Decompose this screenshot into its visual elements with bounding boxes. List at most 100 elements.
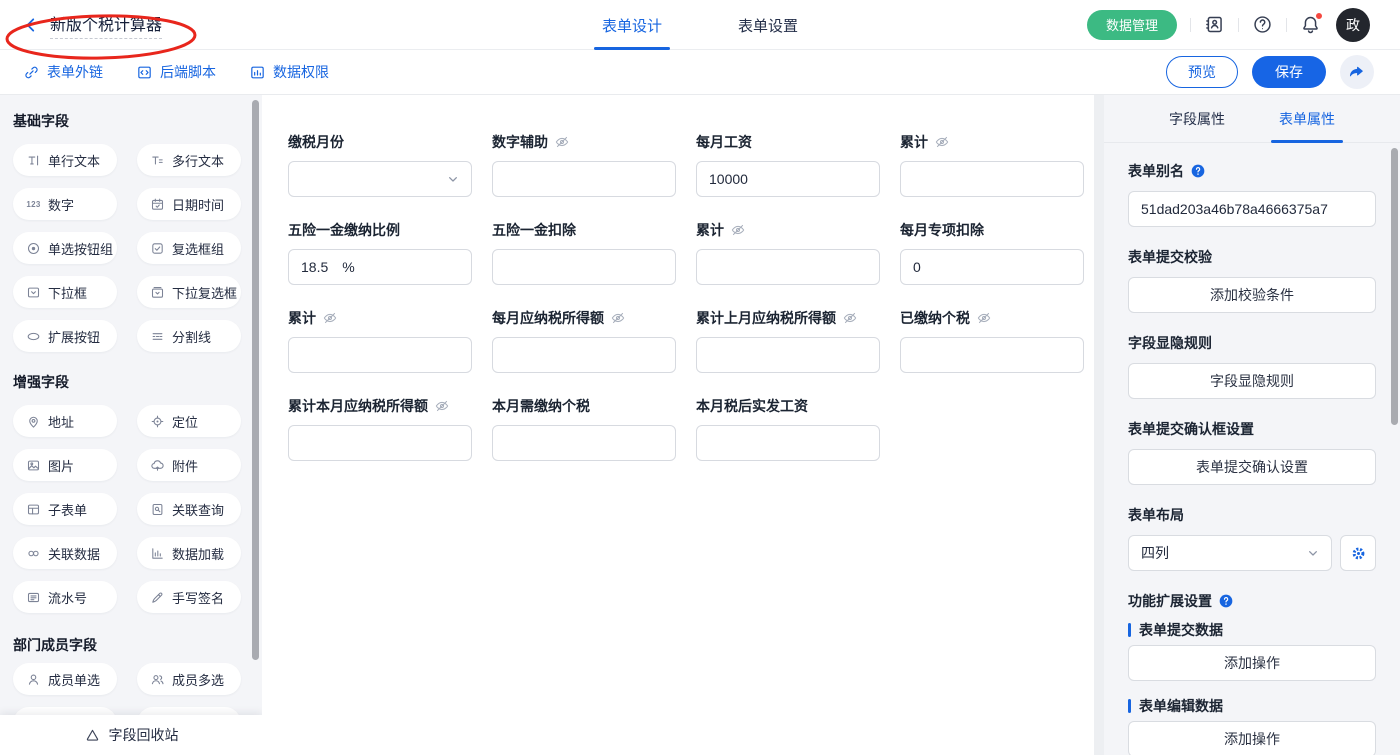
field-input[interactable] xyxy=(696,249,880,285)
canvas-field[interactable]: 五险一金扣除 xyxy=(492,220,676,285)
canvas-field[interactable]: 缴税月份 xyxy=(288,132,472,197)
props-action-button[interactable]: 添加校验条件 xyxy=(1128,277,1376,313)
field-label-text: 累计 xyxy=(696,220,724,240)
sidebar-field-pill[interactable]: 下拉框 xyxy=(13,276,117,308)
layout-gear-button[interactable] xyxy=(1340,535,1376,571)
field-label: 累计 xyxy=(288,308,472,328)
sidebar-field-pill[interactable]: 附件 xyxy=(137,449,241,481)
canvas-field[interactable]: 已缴纳个税 xyxy=(900,308,1084,373)
props-section: 表单提交校验添加校验条件 xyxy=(1128,247,1376,313)
props-action-button[interactable]: 表单提交确认设置 xyxy=(1128,449,1376,485)
sidebar-field-pill[interactable]: 123数字 xyxy=(13,188,117,220)
sidebar-field-pill[interactable]: 定位 xyxy=(137,405,241,437)
toolbar-link-label: 数据权限 xyxy=(273,62,329,82)
permission-icon xyxy=(249,64,266,81)
form-title[interactable]: 新版个税计算器 xyxy=(50,11,162,39)
preview-button[interactable]: 预览 xyxy=(1166,56,1238,88)
bell-icon[interactable] xyxy=(1300,14,1321,35)
sidebar-field-pill[interactable]: 图片 xyxy=(13,449,117,481)
canvas-field[interactable]: 每月工资10000 xyxy=(696,132,880,197)
sidebar-field-pill[interactable]: 成员多选 xyxy=(137,663,241,695)
back-button[interactable] xyxy=(22,16,40,34)
form-layout-select[interactable]: 四列 xyxy=(1128,535,1332,571)
address-pin-icon xyxy=(26,414,41,429)
topbar: 新版个税计算器 表单设计 表单设置 数据管理 政 xyxy=(0,0,1400,50)
sidebar-field-pill[interactable]: 下拉复选框 xyxy=(137,276,241,308)
sidebar-field-pill[interactable]: 单行文本 xyxy=(13,144,117,176)
sidebar-field-pill[interactable]: 子表单 xyxy=(13,493,117,525)
sidebar-field-pill[interactable]: 复选框组 xyxy=(137,232,241,264)
canvas-field[interactable]: 每月专项扣除0 xyxy=(900,220,1084,285)
field-recycle-bin[interactable]: 字段回收站 xyxy=(0,715,262,755)
sidebar-field-pill[interactable]: 单选按钮组 xyxy=(13,232,117,264)
gear-icon xyxy=(1350,545,1367,562)
field-input[interactable] xyxy=(900,161,1084,197)
props-tabs: 字段属性表单属性 xyxy=(1104,95,1400,143)
save-button[interactable]: 保存 xyxy=(1252,56,1326,88)
field-input[interactable] xyxy=(900,337,1084,373)
props-section: 表单提交确认框设置表单提交确认设置 xyxy=(1128,419,1376,485)
help-icon[interactable] xyxy=(1252,14,1273,35)
props-scrollbar[interactable] xyxy=(1391,148,1398,425)
field-input[interactable] xyxy=(492,161,676,197)
props-tab[interactable]: 字段属性 xyxy=(1165,95,1229,143)
field-label: 累计 xyxy=(900,132,1084,152)
canvas-field[interactable]: 累计 xyxy=(696,220,880,285)
toolbar-link[interactable]: 数据权限 xyxy=(249,62,329,82)
sidebar-field-pill[interactable]: 日期时间 xyxy=(137,188,241,220)
sidebar-field-pill[interactable]: 手写签名 xyxy=(137,581,241,613)
props-section-heading: 表单提交校验 xyxy=(1128,247,1376,267)
sidebar-field-pill[interactable]: 地址 xyxy=(13,405,117,437)
canvas-field[interactable]: 本月需缴纳个税 xyxy=(492,396,676,461)
field-input[interactable] xyxy=(492,249,676,285)
canvas-field[interactable]: 每月应纳税所得额 xyxy=(492,308,676,373)
field-label-text: 每月应纳税所得额 xyxy=(492,308,604,328)
field-input[interactable]: 0 xyxy=(900,249,1084,285)
props-action-button[interactable]: 添加操作 xyxy=(1128,721,1376,755)
props-action-button[interactable]: 字段显隐规则 xyxy=(1128,363,1376,399)
canvas-field[interactable]: 累计 xyxy=(900,132,1084,197)
chevron-down-icon xyxy=(1305,545,1321,561)
field-input[interactable] xyxy=(492,425,676,461)
sidebar-scrollbar[interactable] xyxy=(252,100,259,660)
sidebar-field-pill[interactable]: 数据加载 xyxy=(137,537,241,569)
question-badge-icon[interactable] xyxy=(1190,163,1206,179)
sidebar-field-pill[interactable]: 关联查询 xyxy=(137,493,241,525)
sidebar-field-pill[interactable]: 多行文本 xyxy=(137,144,241,176)
canvas-field[interactable]: 本月税后实发工资 xyxy=(696,396,880,461)
data-manage-button[interactable]: 数据管理 xyxy=(1087,10,1177,40)
sidebar-field-pill[interactable]: 关联数据 xyxy=(13,537,117,569)
canvas-field[interactable]: 数字辅助 xyxy=(492,132,676,197)
props-tab[interactable]: 表单属性 xyxy=(1275,95,1339,143)
field-input[interactable]: 18.5% xyxy=(288,249,472,285)
canvas-field[interactable]: 五险一金缴纳比例18.5% xyxy=(288,220,472,285)
sidebar-field-pill[interactable]: 流水号 xyxy=(13,581,117,613)
canvas-field[interactable]: 累计上月应纳税所得额 xyxy=(696,308,880,373)
topbar-tab[interactable]: 表单设置 xyxy=(736,0,800,50)
question-badge-icon[interactable] xyxy=(1218,593,1234,609)
toolbar-link[interactable]: 表单外链 xyxy=(23,62,103,82)
avatar[interactable]: 政 xyxy=(1336,8,1370,42)
form-alias-input[interactable]: 51dad203a46b78a4666375a7 xyxy=(1128,191,1376,227)
field-input[interactable] xyxy=(288,337,472,373)
sidebar-field-pill[interactable]: 成员单选 xyxy=(13,663,117,695)
sidebar-section-title: 增强字段 xyxy=(13,372,262,392)
field-input[interactable] xyxy=(492,337,676,373)
canvas-field[interactable]: 累计本月应纳税所得额 xyxy=(288,396,472,461)
topbar-right: 数据管理 政 xyxy=(1087,8,1400,42)
canvas-field[interactable]: 累计 xyxy=(288,308,472,373)
field-input[interactable] xyxy=(288,425,472,461)
addressbook-icon[interactable] xyxy=(1204,14,1225,35)
sidebar-field-label: 成员多选 xyxy=(172,670,224,689)
field-select[interactable] xyxy=(288,161,472,197)
topbar-tab[interactable]: 表单设计 xyxy=(600,0,664,50)
props-action-button[interactable]: 添加操作 xyxy=(1128,645,1376,681)
sidebar-field-pill[interactable]: 扩展按钮 xyxy=(13,320,117,352)
share-button[interactable] xyxy=(1340,55,1374,89)
sidebar-field-label: 下拉复选框 xyxy=(172,283,237,302)
field-input[interactable] xyxy=(696,425,880,461)
field-input[interactable] xyxy=(696,337,880,373)
field-input[interactable]: 10000 xyxy=(696,161,880,197)
sidebar-field-pill[interactable]: 分割线 xyxy=(137,320,241,352)
toolbar-link[interactable]: 后端脚本 xyxy=(136,62,216,82)
